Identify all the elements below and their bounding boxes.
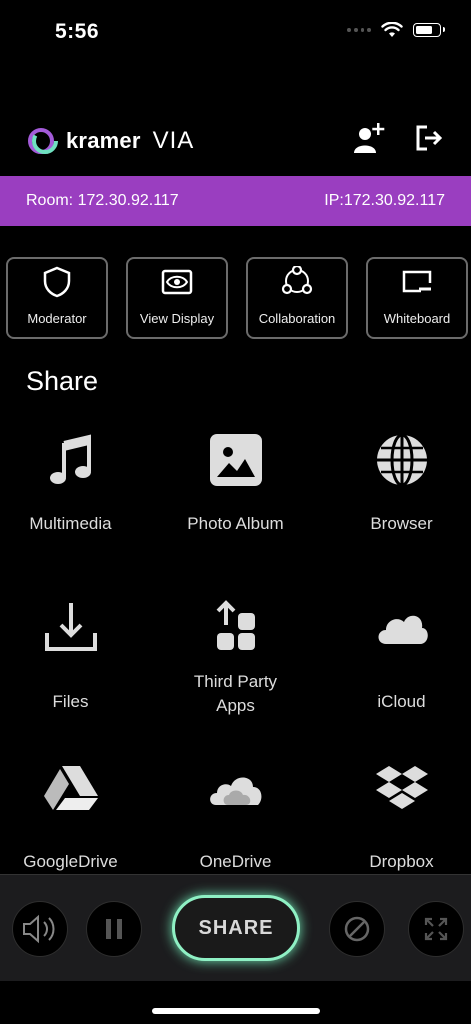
status-bar: 5:56 (0, 0, 471, 64)
view-display-button[interactable]: View Display (126, 257, 228, 339)
shield-icon (40, 265, 74, 299)
kramer-logo-icon (28, 128, 58, 154)
photo-icon (204, 428, 268, 492)
icloud-label: iCloud (377, 692, 426, 711)
collaboration-label: Collaboration (258, 311, 336, 326)
multimedia-label: Multimedia (29, 514, 112, 533)
apps-icon (204, 594, 268, 658)
photo-album-tile[interactable]: Photo Album (157, 428, 314, 536)
onedrive-label: OneDrive (199, 852, 272, 871)
google-drive-tile[interactable]: GoogleDrive (0, 756, 149, 874)
google-drive-label: GoogleDrive (23, 852, 118, 871)
dropbox-label: Dropbox (369, 852, 434, 871)
third-party-apps-label: Third Party Apps (157, 670, 314, 718)
collaboration-icon (280, 265, 314, 299)
collaboration-button[interactable]: Collaboration (246, 257, 348, 339)
browser-tile[interactable]: Browser (323, 428, 471, 536)
status-time: 5:56 (55, 20, 100, 43)
eye-icon (160, 265, 194, 299)
home-indicator[interactable] (152, 1008, 320, 1014)
files-label: Files (52, 692, 89, 711)
ip-label: IP:172.30.92.117 (324, 192, 445, 209)
music-note-icon (39, 428, 103, 492)
onedrive-icon (204, 756, 268, 820)
block-button[interactable] (329, 901, 385, 957)
status-icons (347, 22, 445, 38)
room-label: Room: 172.30.92.117 (26, 192, 179, 209)
app-header: kramer VIA (0, 120, 471, 164)
room-info-bar: Room: 172.30.92.117 IP:172.30.92.117 (0, 176, 471, 226)
bottom-control-bar: SHARE (0, 874, 471, 981)
download-icon (39, 594, 103, 658)
google-drive-icon (39, 756, 103, 820)
pause-button[interactable] (86, 901, 142, 957)
pause-icon (106, 919, 122, 939)
moderator-button[interactable]: Moderator (6, 257, 108, 339)
kramer-via-logo: kramer VIA (26, 124, 194, 158)
header-actions (351, 120, 447, 156)
logo-via: VIA (152, 127, 195, 154)
third-party-label-line1: Third Party (193, 672, 278, 691)
wifi-icon (381, 22, 403, 37)
fullscreen-icon (424, 917, 448, 941)
globe-icon (370, 428, 434, 492)
whiteboard-label: Whiteboard (383, 311, 451, 326)
logout-icon[interactable] (411, 120, 447, 156)
cellular-signal-icon (347, 27, 371, 33)
dropbox-tile[interactable]: Dropbox (323, 756, 471, 874)
photo-album-label: Photo Album (187, 514, 284, 533)
third-party-apps-tile[interactable]: Third Party Apps (157, 594, 314, 718)
whiteboard-icon (400, 265, 434, 299)
fullscreen-button[interactable] (408, 901, 464, 957)
tools-row: Moderator View Display Collaboration Whi… (6, 257, 468, 339)
share-heading: Share (26, 366, 99, 396)
view-display-label: View Display (139, 311, 215, 326)
volume-icon (23, 914, 55, 944)
onedrive-tile[interactable]: OneDrive (157, 756, 314, 874)
add-user-icon[interactable] (351, 120, 387, 156)
battery-icon (413, 23, 445, 37)
logo-text: kramer (66, 128, 141, 153)
icloud-tile[interactable]: iCloud (323, 594, 471, 714)
third-party-label-line2: Apps (216, 696, 255, 715)
browser-label: Browser (370, 514, 433, 533)
whiteboard-button[interactable]: Whiteboard (366, 257, 468, 339)
block-icon (344, 916, 370, 942)
files-tile[interactable]: Files (0, 594, 149, 714)
multimedia-tile[interactable]: Multimedia (0, 428, 149, 536)
volume-button[interactable] (12, 901, 68, 957)
dropbox-icon (370, 756, 434, 820)
moderator-label: Moderator (27, 311, 87, 326)
share-button[interactable]: SHARE (172, 895, 300, 961)
cloud-icon (370, 594, 434, 658)
